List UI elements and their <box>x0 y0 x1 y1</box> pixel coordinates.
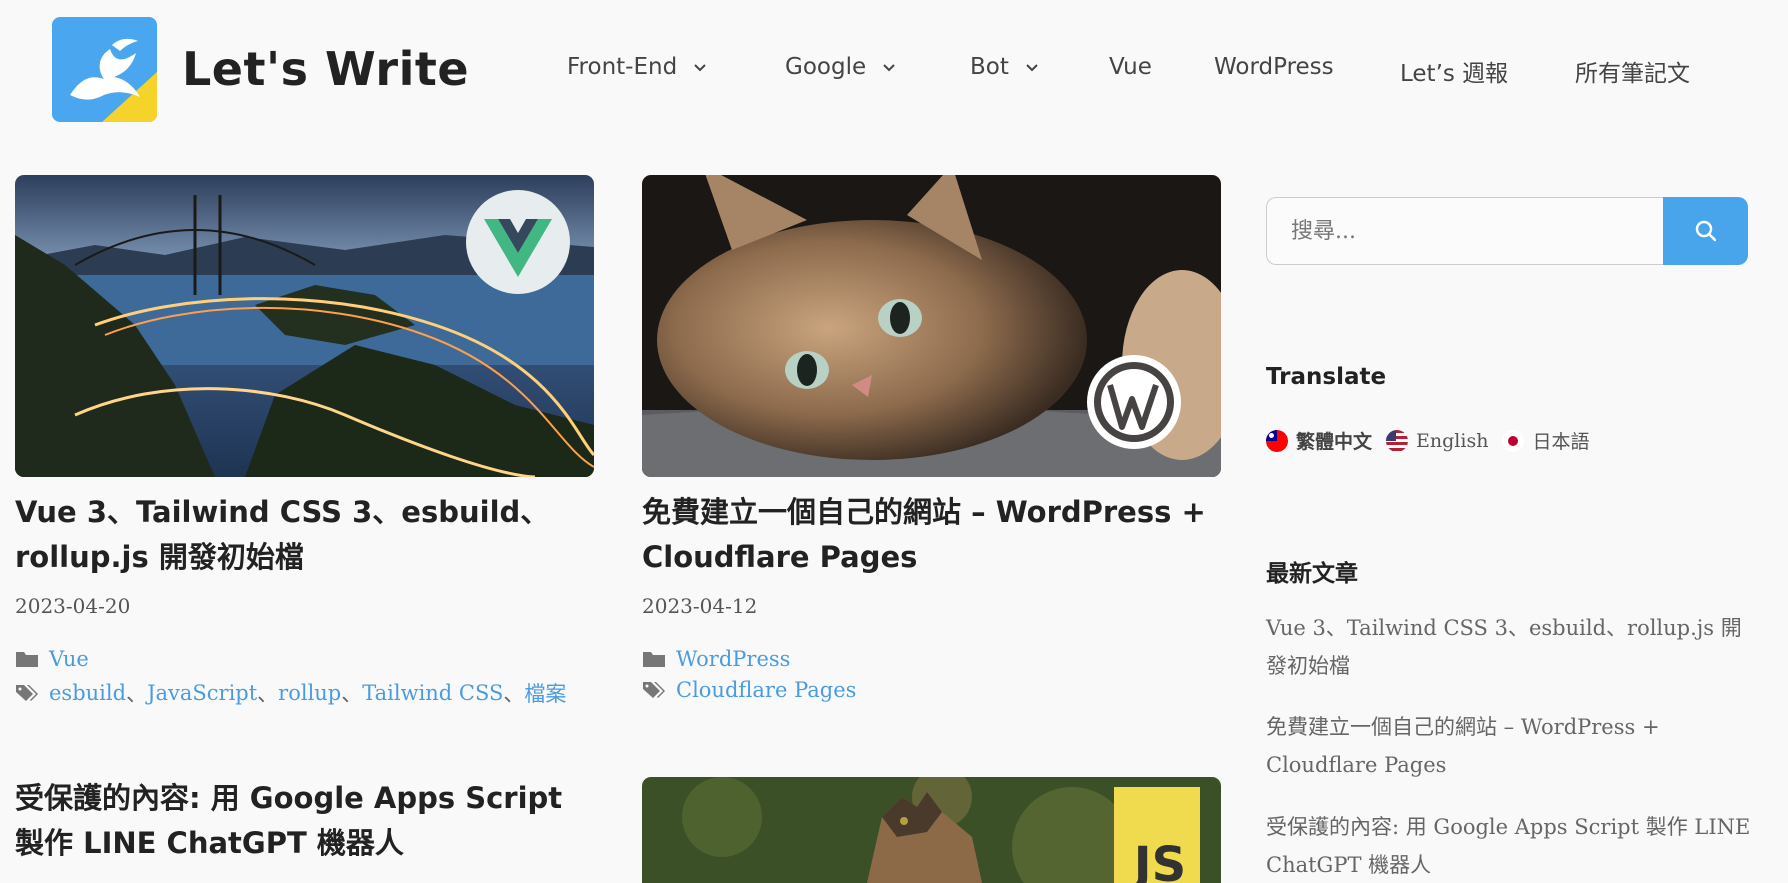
japan-flag-icon <box>1502 429 1525 452</box>
recent-post-link[interactable]: 免費建立一個自己的網站 – WordPress + Cloudflare Pag… <box>1266 708 1756 784</box>
nav-item-label: Front-End <box>567 54 678 80</box>
chevron-down-icon <box>694 64 706 72</box>
translate-widget-title: Translate <box>1266 364 1387 390</box>
tags-icon <box>16 685 38 701</box>
site-title[interactable]: Let's Write <box>182 42 469 96</box>
us-flag-icon <box>1386 429 1409 452</box>
search-form <box>1266 197 1748 265</box>
nav-item-front-end[interactable]: Front-End <box>567 54 709 80</box>
nav-item-google[interactable]: Google <box>785 54 898 80</box>
lang-zh-tw[interactable]: 繁體中文 <box>1266 427 1372 454</box>
nav-item-wordpress[interactable]: WordPress <box>1214 54 1334 80</box>
bridge-night-image <box>15 175 594 477</box>
post-thumbnail[interactable]: JS <box>642 777 1221 883</box>
post-thumbnail[interactable] <box>15 175 594 477</box>
lang-ja[interactable]: 日本語 <box>1502 427 1589 454</box>
tag-link[interactable]: esbuild <box>49 681 126 705</box>
nav-item-bot[interactable]: Bot <box>970 54 1041 80</box>
post-title[interactable]: 免費建立一個自己的網站 – WordPress + Cloudflare Pag… <box>642 490 1212 580</box>
search-input[interactable] <box>1266 197 1664 265</box>
search-icon <box>1695 220 1716 242</box>
language-switcher: 繁體中文 English 日本語 <box>1266 427 1603 454</box>
tags-icon <box>643 682 665 698</box>
post-date: 2023-04-20 <box>15 594 131 618</box>
chevron-down-icon <box>1026 64 1038 72</box>
nav-item-label: Let’s 週報 <box>1400 61 1509 87</box>
folder-icon <box>643 652 665 667</box>
post-categories: WordPress <box>642 647 790 671</box>
post-tags: esbuild、 JavaScript、 rollup、 Tailwind CS… <box>15 678 566 708</box>
nav-item-vue[interactable]: Vue <box>1109 54 1152 80</box>
category-link[interactable]: Vue <box>49 647 89 671</box>
nav-item-label: Google <box>785 54 867 80</box>
lang-en[interactable]: English <box>1386 429 1488 452</box>
post-title[interactable]: Vue 3、Tailwind CSS 3、esbuild、rollup.js 開… <box>15 490 575 580</box>
nav-item-label: WordPress <box>1214 54 1334 80</box>
nav-item-label: Vue <box>1109 54 1152 80</box>
chevron-down-icon <box>883 64 895 72</box>
tag-link[interactable]: JavaScript <box>147 681 257 705</box>
nav-item-weekly[interactable]: Let’s 週報 <box>1400 54 1508 88</box>
recent-posts-title: 最新文章 <box>1266 561 1358 587</box>
nav-item-all-notes[interactable]: 所有筆記文 <box>1575 54 1690 88</box>
nav-item-label: Bot <box>970 54 1009 80</box>
post-thumbnail[interactable] <box>642 175 1221 477</box>
tag-link[interactable]: rollup <box>278 681 341 705</box>
recent-post-link[interactable]: Vue 3、Tailwind CSS 3、esbuild、rollup.js 開… <box>1266 609 1756 685</box>
search-button[interactable] <box>1663 197 1748 265</box>
tag-link[interactable]: Tailwind CSS <box>362 681 503 705</box>
cat-photo-image <box>642 175 1221 477</box>
post-title[interactable]: 受保護的內容: 用 Google Apps Script 製作 LINE Cha… <box>15 776 585 866</box>
nav-item-label: 所有筆記文 <box>1575 61 1690 87</box>
tag-link[interactable]: Cloudflare Pages <box>676 678 856 702</box>
taiwan-flag-icon <box>1266 429 1288 452</box>
folder-icon <box>16 652 38 667</box>
post-tags: Cloudflare Pages <box>642 678 856 702</box>
recent-post-link[interactable]: 受保護的內容: 用 Google Apps Script 製作 LINE Cha… <box>1266 808 1756 883</box>
category-link[interactable]: WordPress <box>676 647 790 671</box>
phoenix-logo-icon <box>52 17 157 122</box>
tag-link[interactable]: 檔案 <box>524 678 566 708</box>
post-date: 2023-04-12 <box>642 594 758 618</box>
site-logo[interactable] <box>52 17 157 122</box>
cat-garden-image: JS <box>642 777 1221 883</box>
post-categories: Vue <box>15 647 89 671</box>
js-badge-text: JS <box>1131 837 1186 883</box>
